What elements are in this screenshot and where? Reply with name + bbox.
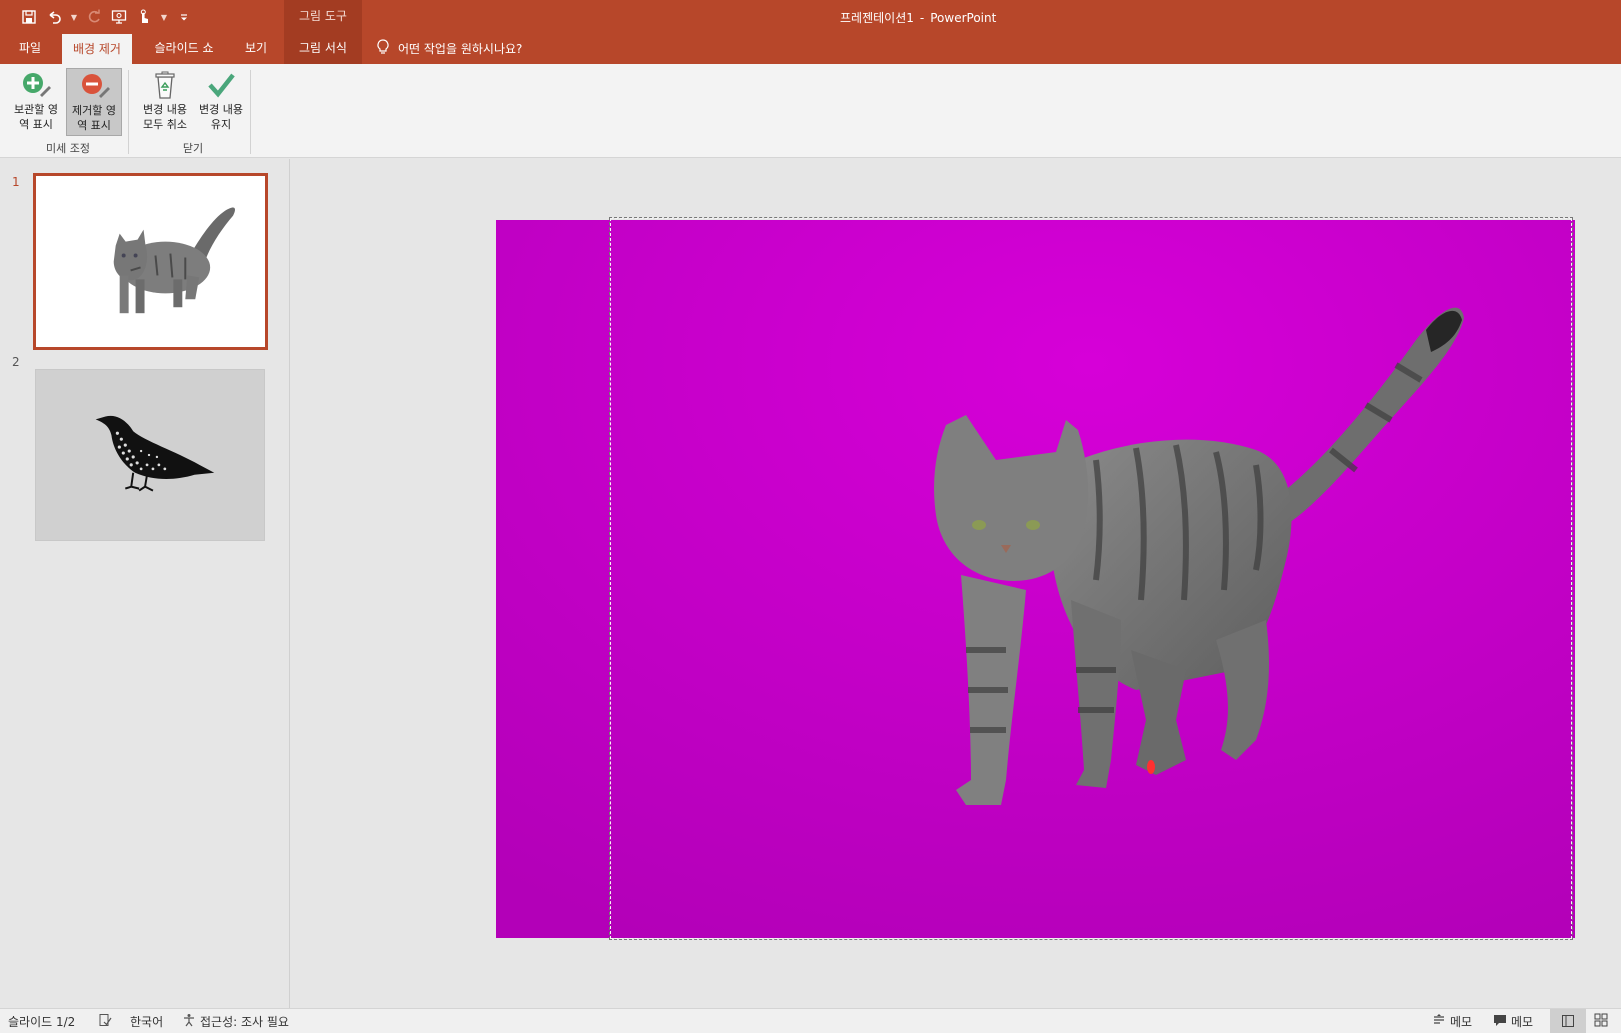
document-name: 프레젠테이션1	[840, 11, 914, 25]
keep-changes-button[interactable]: 변경 내용 유지	[193, 68, 249, 136]
normal-view-icon[interactable]	[1550, 1009, 1586, 1033]
touch-dropdown-icon[interactable]: ▼	[160, 8, 168, 26]
group-separator	[250, 70, 251, 154]
checkmark-icon	[193, 68, 249, 102]
mark-areas-to-keep-button[interactable]: 보관할 영역 표시	[8, 68, 64, 136]
undo-icon[interactable]	[45, 8, 63, 26]
lightbulb-icon	[376, 38, 390, 58]
comments-button[interactable]: 메모	[1493, 1013, 1533, 1030]
accessibility-text: 접근성: 조사 필요	[200, 1015, 289, 1029]
minus-pencil-icon	[67, 69, 123, 103]
notes-label: 메모	[1450, 1015, 1473, 1029]
tab-picture-format[interactable]: 그림 서식	[284, 32, 362, 64]
cat-photo-with-removal-mask	[496, 220, 1575, 938]
tell-me-text: 어떤 작업을 원하시나요?	[398, 41, 523, 56]
notes-icon	[1432, 1013, 1446, 1030]
quick-access-toolbar: ▼ ▼	[20, 6, 193, 28]
undo-dropdown-icon[interactable]: ▼	[70, 8, 78, 26]
title-separator: -	[919, 11, 925, 25]
cat-thumbnail-image	[113, 207, 236, 314]
tab-background-removal[interactable]: 배경 제거	[62, 34, 132, 64]
app-name: PowerPoint	[930, 11, 997, 25]
slide-number: 2	[12, 355, 20, 369]
comments-label: 메모	[1511, 1015, 1534, 1029]
plus-pencil-icon	[8, 68, 64, 102]
slide-counter[interactable]: 슬라이드 1/2	[8, 1013, 75, 1030]
redo-icon[interactable]	[85, 8, 103, 26]
tab-view[interactable]: 보기	[236, 32, 276, 64]
notes-button[interactable]: 메모	[1432, 1013, 1472, 1030]
mark-keep-label: 보관할 영역 표시	[14, 103, 58, 131]
slide-sorter-icon[interactable]	[1594, 1013, 1608, 1027]
accessibility-checker[interactable]: 접근성: 조사 필요	[182, 1013, 289, 1030]
close-group-label: 닫기	[182, 142, 204, 155]
tab-file[interactable]: 파일	[8, 32, 52, 64]
status-bar: 슬라이드 1/2 한국어 접근성: 조사 필요 메모 메모	[0, 1008, 1621, 1033]
touch-mode-icon[interactable]	[135, 8, 153, 26]
recycle-bin-icon	[137, 68, 193, 102]
presentation-icon[interactable]	[110, 8, 128, 26]
comment-icon	[1493, 1013, 1507, 1030]
ribbon: 보관할 영역 표시 제거할 영역 표시 미세 조정 변경 내용 모두 취소 변경…	[0, 64, 1621, 158]
bird-thumbnail-image	[95, 415, 215, 492]
keep-changes-label: 변경 내용 유지	[199, 103, 243, 131]
mark-areas-to-remove-button[interactable]: 제거할 영역 표시	[66, 68, 122, 136]
mark-remove-label: 제거할 영역 표시	[72, 104, 116, 132]
tab-slideshow[interactable]: 슬라이드 쇼	[144, 32, 224, 64]
slide-thumbnail-1[interactable]	[33, 173, 268, 350]
window-title: 프레젠테이션1- PowerPoint	[840, 9, 996, 26]
slide-thumbnail-2[interactable]	[35, 369, 265, 541]
slide-editing-area	[291, 159, 1621, 1008]
refine-group-label: 미세 조정	[46, 142, 90, 155]
ribbon-tab-row: 파일 배경 제거 슬라이드 쇼 보기 그림 서식	[0, 32, 1621, 64]
spell-check-icon[interactable]	[98, 1013, 112, 1027]
discard-all-changes-button[interactable]: 변경 내용 모두 취소	[137, 68, 193, 136]
slide-canvas[interactable]	[496, 220, 1575, 938]
tell-me-search[interactable]: 어떤 작업을 원하시나요?	[376, 32, 522, 64]
group-separator	[128, 70, 129, 154]
slide-number: 1	[12, 175, 20, 189]
slide-thumbnail-pane: 1 2	[0, 159, 290, 1008]
discard-all-label: 변경 내용 모두 취소	[143, 103, 187, 131]
save-icon[interactable]	[20, 8, 38, 26]
picture-tools-label: 그림 도구	[299, 9, 347, 23]
language-indicator[interactable]: 한국어	[130, 1013, 163, 1030]
customize-icon[interactable]	[175, 8, 193, 26]
accessibility-icon	[182, 1013, 196, 1030]
title-bar: ▼ ▼ 그림 도구 프레젠테이션1- PowerPoint	[0, 0, 1621, 64]
